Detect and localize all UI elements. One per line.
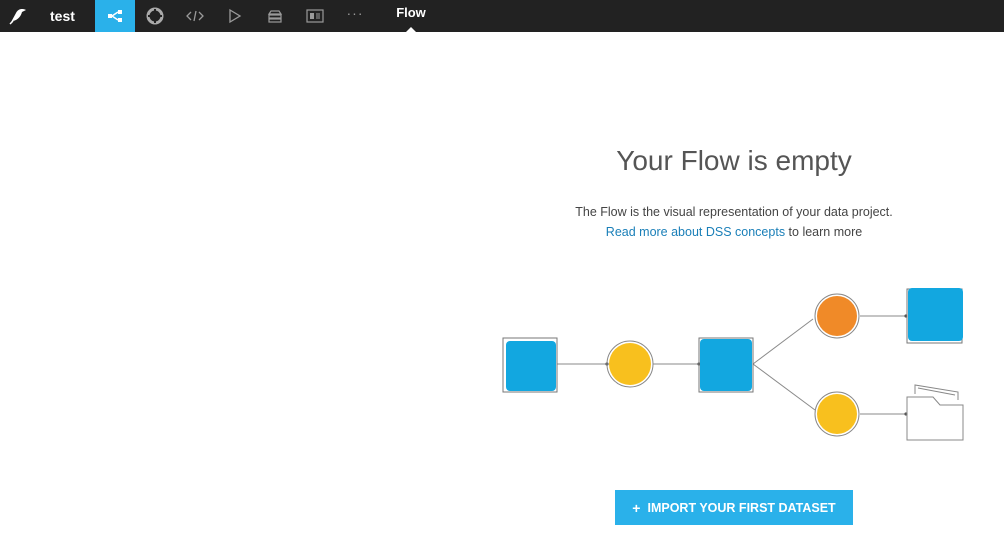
recipe-node-icon xyxy=(814,293,860,339)
more-icon: ··· xyxy=(346,5,364,21)
learn-more-line: Read more about DSS concepts to learn mo… xyxy=(484,222,984,242)
dataset-node-icon xyxy=(698,337,754,393)
more-nav-button[interactable]: ··· xyxy=(335,0,375,32)
empty-flow-title: Your Flow is empty xyxy=(616,145,852,176)
dashboards-nav-button[interactable] xyxy=(295,0,335,32)
flow-illustration xyxy=(502,288,964,441)
project-name[interactable]: test xyxy=(36,8,95,24)
top-navigation-bar: test ··· Flow xyxy=(0,0,1004,32)
plus-icon: + xyxy=(632,499,641,516)
play-icon xyxy=(227,8,243,24)
code-icon xyxy=(186,9,204,23)
code-nav-button[interactable] xyxy=(175,0,215,32)
folder-node-icon xyxy=(906,384,964,441)
flow-nav-button[interactable] xyxy=(95,0,135,32)
dashboard-icon xyxy=(306,9,324,23)
dataset-node-icon xyxy=(906,288,963,344)
help-nav-button[interactable] xyxy=(135,0,175,32)
recipe-node-icon xyxy=(606,340,654,388)
dss-bird-logo-icon[interactable] xyxy=(0,0,36,32)
empty-flow-description: The Flow is the visual representation of… xyxy=(484,202,984,242)
lifebuoy-icon xyxy=(146,7,164,25)
import-dataset-button[interactable]: + IMPORT YOUR FIRST DATASET xyxy=(615,490,853,525)
description-text: The Flow is the visual representation of… xyxy=(575,205,893,219)
section-caret-icon xyxy=(406,27,416,32)
dss-concepts-link[interactable]: Read more about DSS concepts xyxy=(606,225,785,239)
deploy-nav-button[interactable] xyxy=(255,0,295,32)
flow-icon xyxy=(107,9,123,23)
stack-icon xyxy=(267,8,283,24)
learn-more-suffix: to learn more xyxy=(785,225,863,239)
recipe-node-icon xyxy=(814,391,860,437)
dataset-node-icon xyxy=(502,337,558,393)
import-dataset-label: IMPORT YOUR FIRST DATASET xyxy=(647,500,836,515)
jobs-nav-button[interactable] xyxy=(215,0,255,32)
